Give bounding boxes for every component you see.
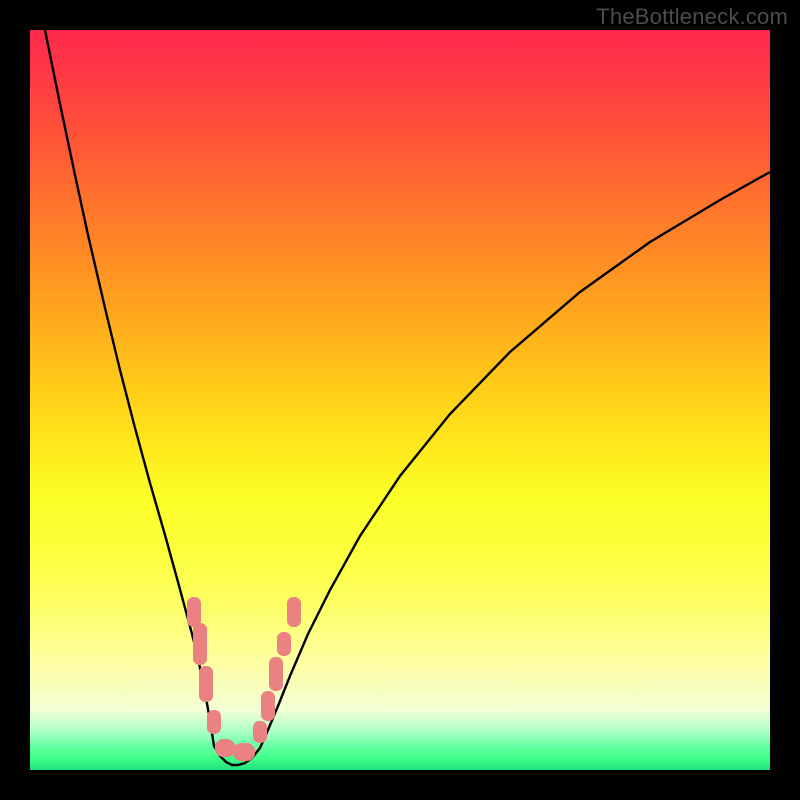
chart-frame: TheBottleneck.com [0,0,800,800]
marker-point [207,710,221,734]
marker-point [187,597,201,627]
marker-point [277,632,291,656]
watermark-text: TheBottleneck.com [596,4,788,30]
marker-point [261,691,275,721]
marker-point [193,623,207,665]
marker-point [287,597,301,627]
marker-point [253,721,267,743]
marker-layer [30,30,770,770]
marker-point [233,743,255,761]
marker-point [269,657,283,691]
marker-point [215,739,235,757]
plot-area [30,30,770,770]
marker-group [187,597,301,761]
marker-point [199,666,213,702]
